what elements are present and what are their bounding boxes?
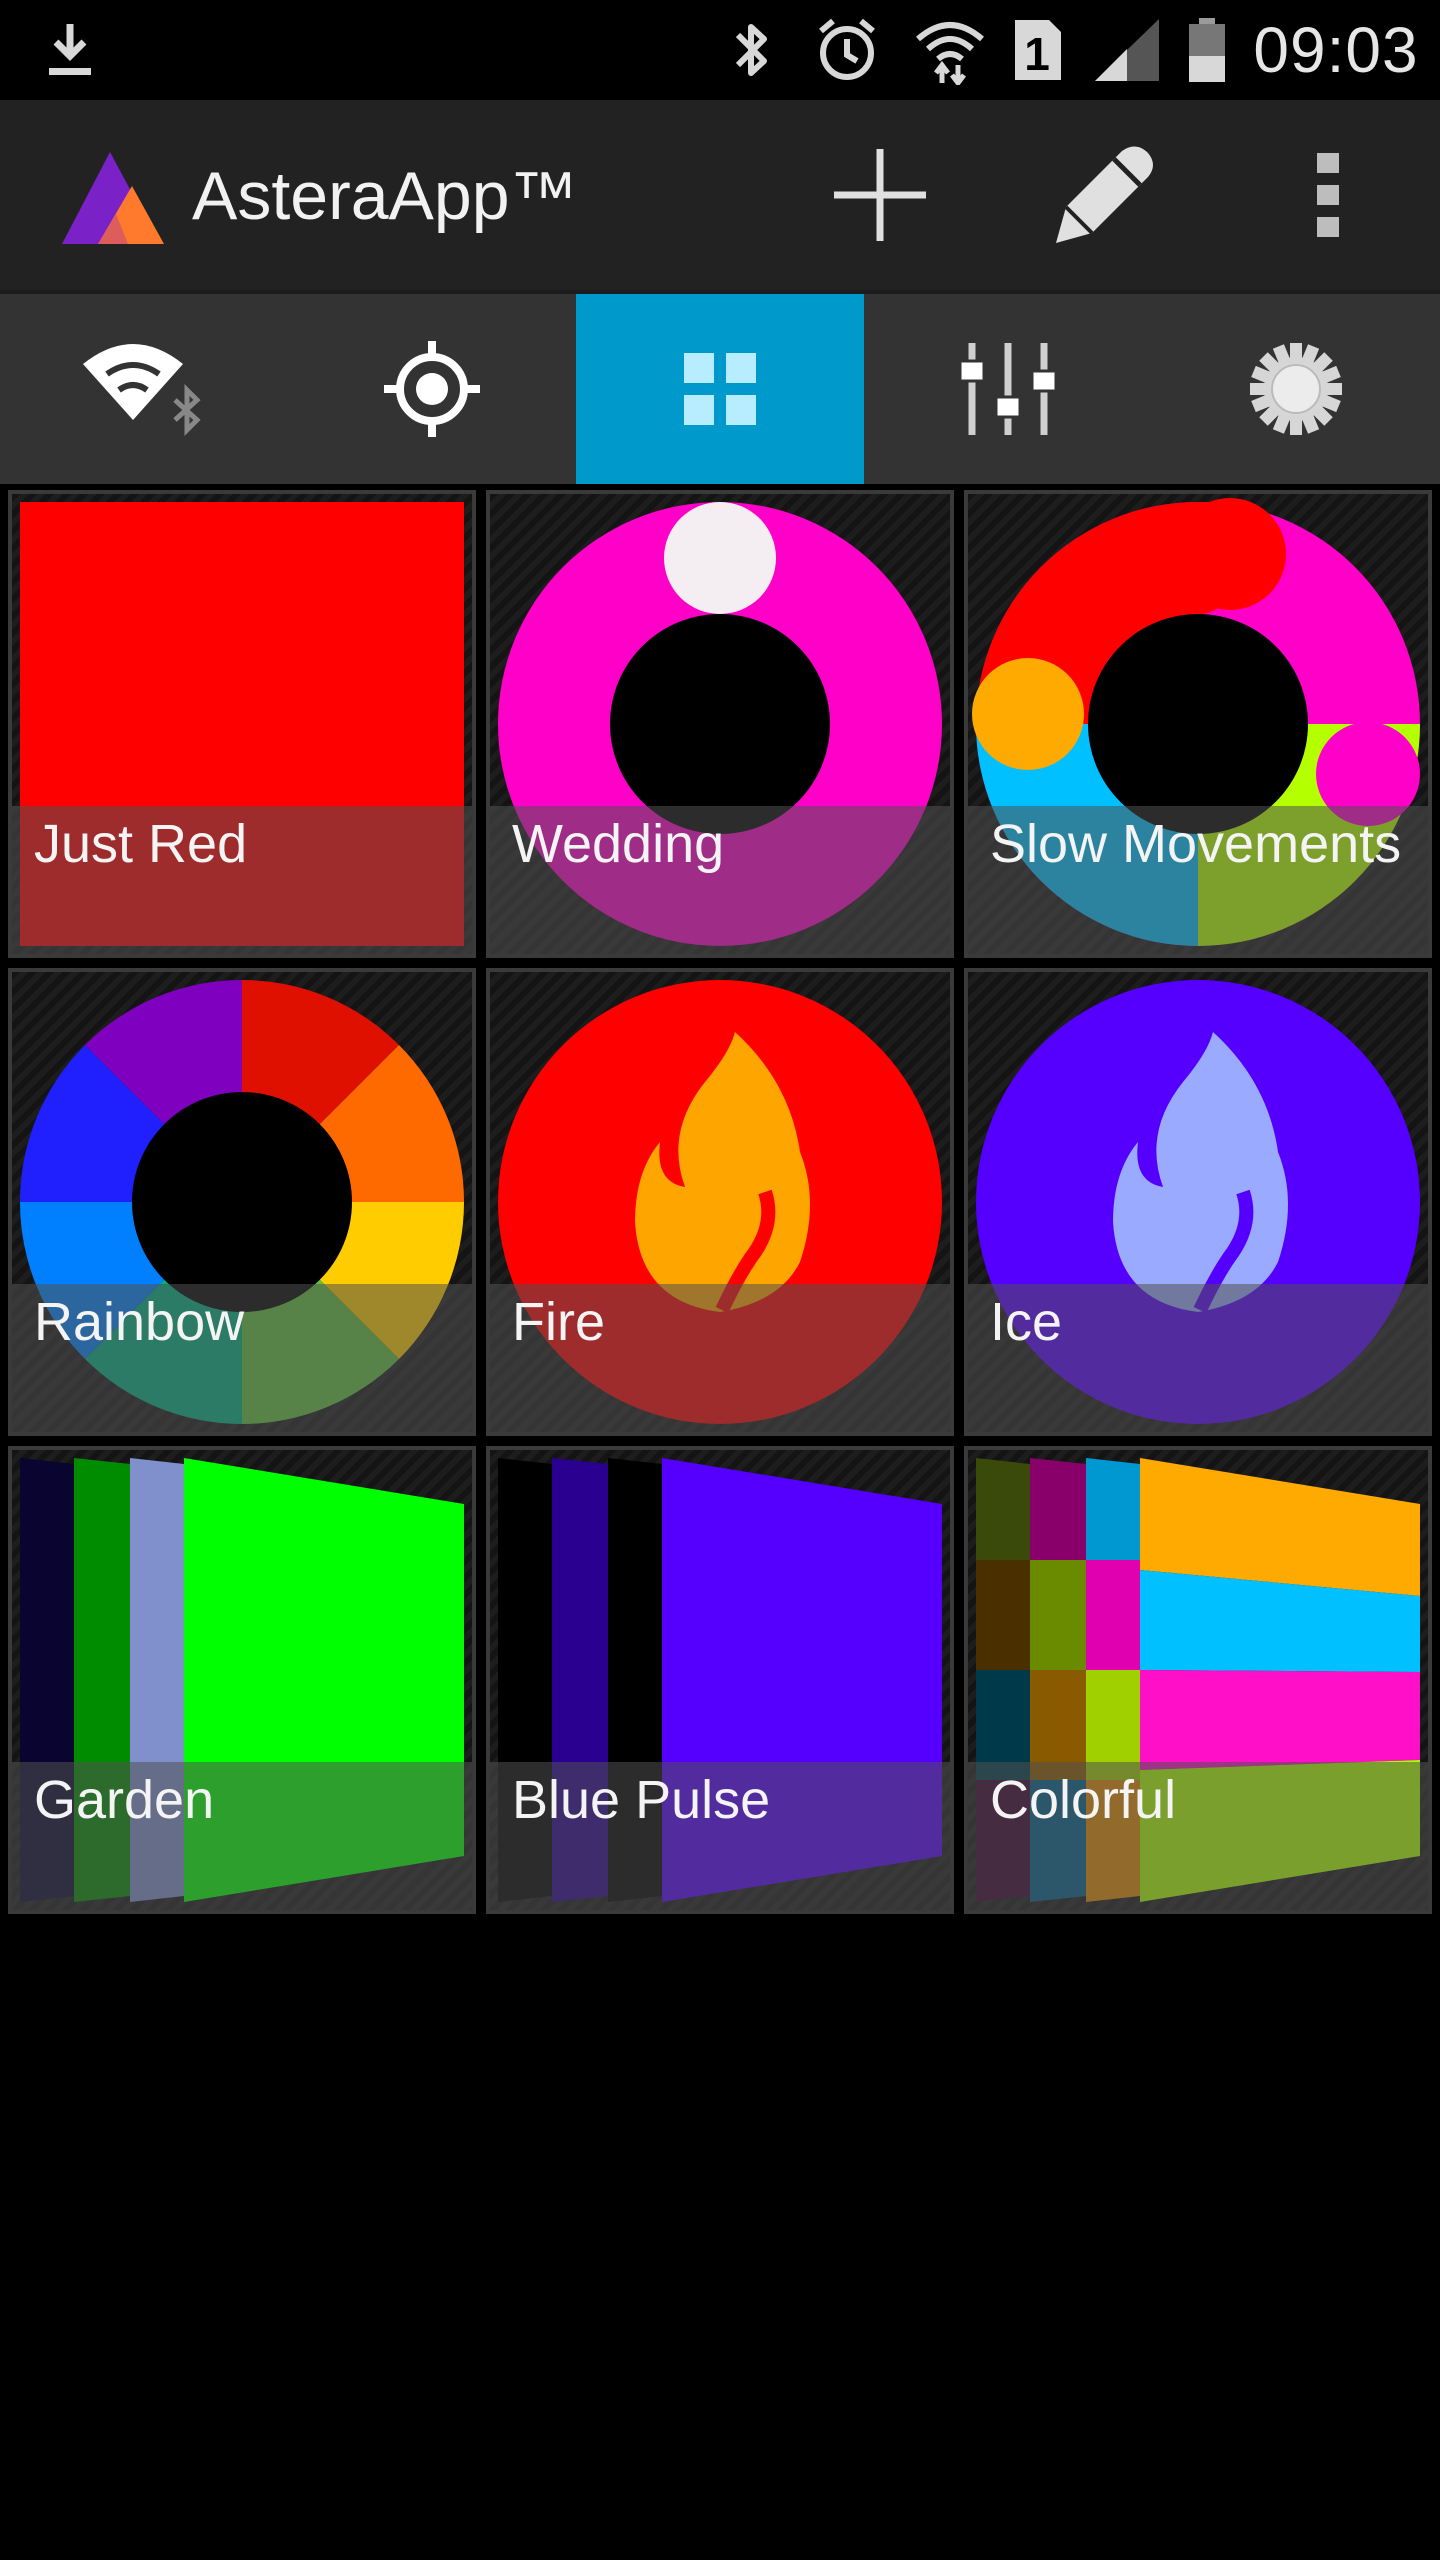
status-bar: 1 09:03 [0, 0, 1440, 100]
tab-bar [0, 290, 1440, 484]
alarm-icon [812, 0, 882, 100]
signal-icon [1092, 0, 1162, 100]
action-bar: AsteraApp™ [0, 100, 1440, 290]
preset-tile-just-red[interactable]: Just Red [8, 490, 476, 958]
preset-label: Slow Movements [990, 814, 1402, 874]
preset-tile-blue-pulse[interactable]: Blue Pulse [486, 1446, 954, 1914]
wifi-bluetooth-icon [83, 344, 201, 437]
app-logo [58, 146, 168, 246]
preset-tile-wedding[interactable]: Wedding [486, 490, 954, 958]
tab-locate[interactable] [288, 294, 576, 484]
preset-grid: Just Red Wedding Slow Movements Rainbow … [8, 490, 1432, 1914]
add-icon [834, 149, 926, 241]
download-icon [40, 0, 100, 100]
preset-label: Ice [990, 1292, 1063, 1352]
app-title: AsteraApp™ [192, 158, 578, 234]
preset-label: Rainbow [34, 1292, 245, 1352]
preset-label: Just Red [34, 814, 248, 874]
preset-label: Blue Pulse [512, 1770, 771, 1830]
tab-presets[interactable] [576, 294, 864, 484]
sim-slot-number: 1 [1024, 28, 1050, 80]
clock-time: 09:03 [1253, 14, 1419, 86]
wifi-icon [910, 0, 990, 100]
preset-label: Fire [512, 1292, 605, 1352]
bluetooth-icon [722, 0, 782, 100]
grid-icon [684, 353, 756, 425]
preset-tile-ice[interactable]: Ice [964, 968, 1432, 1436]
preset-tile-slow-movements[interactable]: Slow Movements [964, 490, 1432, 958]
settings-icon [1250, 343, 1342, 435]
overflow-menu-icon [1317, 153, 1339, 237]
preset-tile-garden[interactable]: Garden [8, 1446, 476, 1914]
target-icon [384, 341, 480, 437]
sim-icon: 1 [1008, 0, 1068, 100]
preset-tile-colorful[interactable]: Colorful [964, 1446, 1432, 1914]
preset-label: Garden [34, 1770, 215, 1830]
preset-label: Wedding [512, 814, 725, 874]
edit-button[interactable] [1044, 140, 1164, 250]
tab-settings[interactable] [1152, 294, 1440, 484]
battery-icon [1180, 0, 1234, 100]
tab-connection[interactable] [0, 294, 288, 484]
preset-tile-fire[interactable]: Fire [486, 968, 954, 1436]
overflow-menu-button[interactable] [1268, 140, 1388, 250]
tab-controls[interactable] [864, 294, 1152, 484]
edit-icon [1056, 146, 1153, 243]
preset-label: Colorful [990, 1770, 1177, 1830]
sliders-icon [958, 343, 1058, 435]
add-button[interactable] [820, 140, 940, 250]
preset-tile-rainbow[interactable]: Rainbow [8, 968, 476, 1436]
